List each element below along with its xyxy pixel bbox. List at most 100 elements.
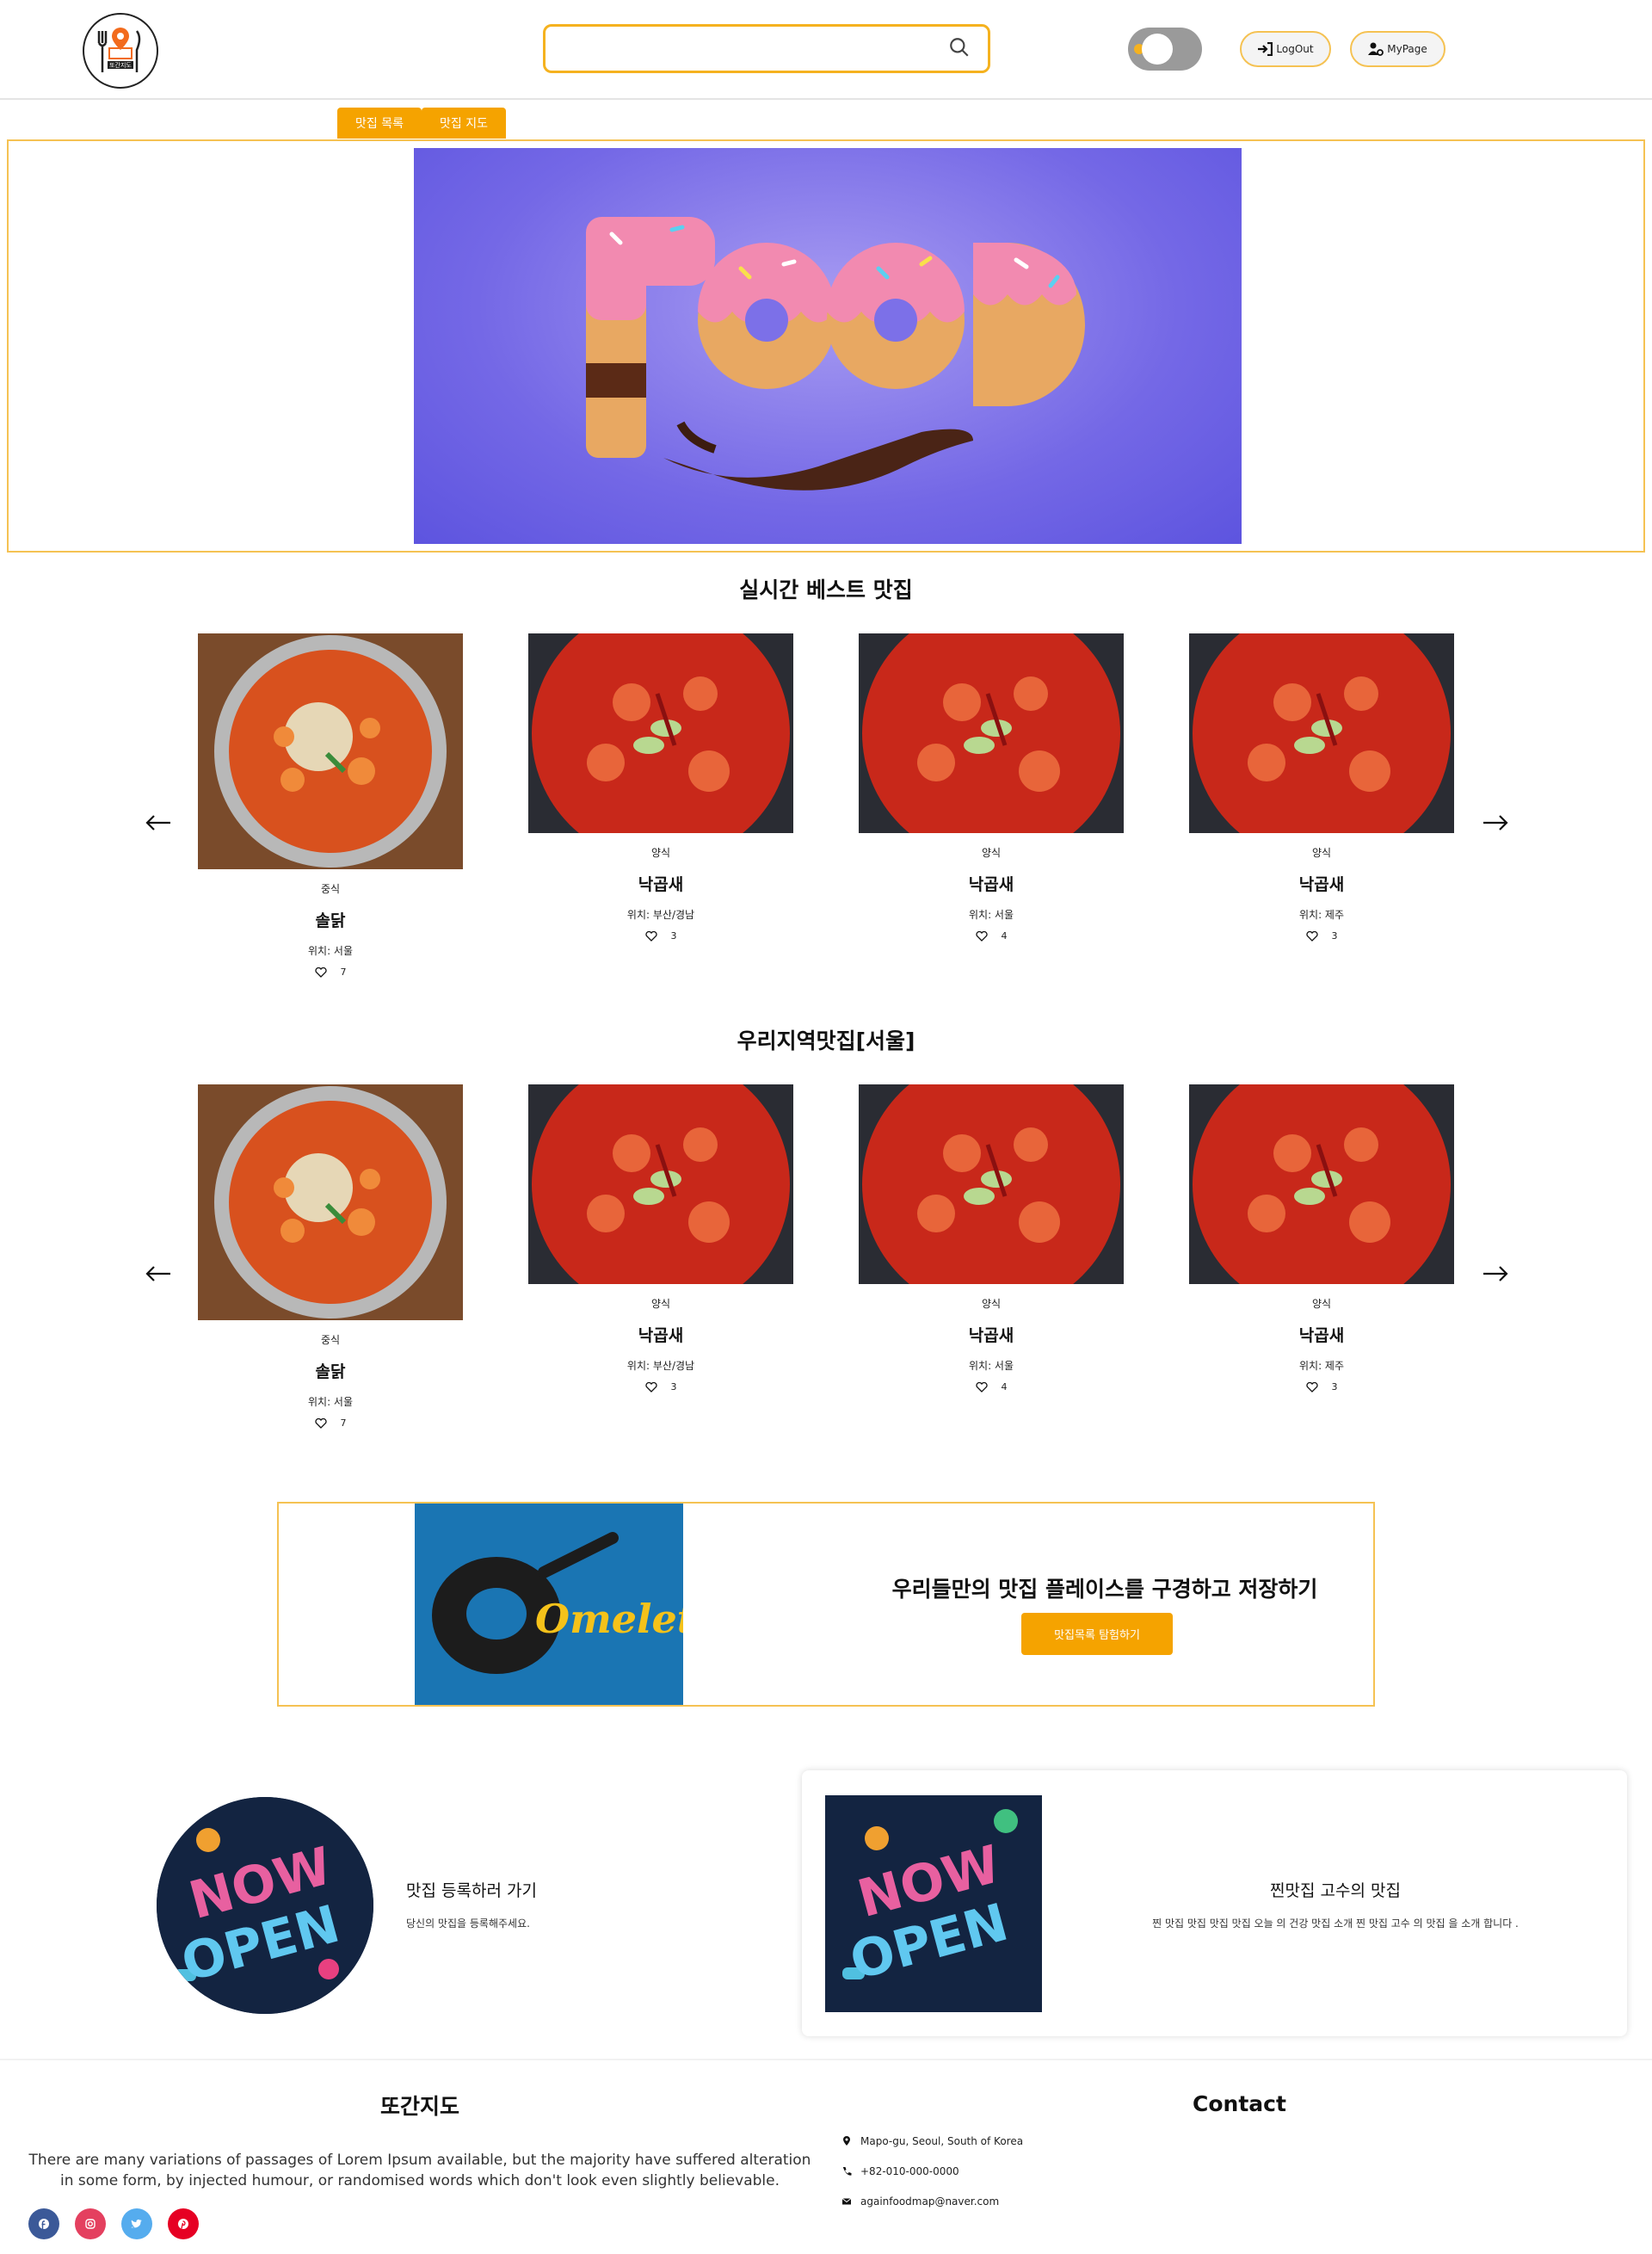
restaurant-location: 위치: 부산/경남 xyxy=(626,1360,695,1372)
best-section-title: 실시간 베스트 맛집 xyxy=(739,577,913,602)
facebook-icon xyxy=(39,2219,49,2229)
heart-icon[interactable] xyxy=(1305,930,1318,942)
restaurant-category: 중식 xyxy=(320,883,341,895)
explore-promo: Omelette 우리들만의 맛집 플레이스를 구경하고 저장하기 맛집목록 탐… xyxy=(277,1502,1375,1707)
heart-icon[interactable] xyxy=(1305,1381,1318,1393)
restaurant-card[interactable]: 양식 낙곱새 위치: 서울 4 xyxy=(859,633,1124,942)
restaurant-card[interactable]: 양식 낙곱새 위치: 제주 3 xyxy=(1189,633,1454,942)
logout-button[interactable]: LogOut xyxy=(1240,31,1331,67)
tab-restaurant-map[interactable]: 맛집 지도 xyxy=(422,108,506,139)
restaurant-name: 솔닭 xyxy=(315,911,346,930)
feature-title[interactable]: 맛집 등록하러 가기 xyxy=(406,1878,537,1901)
like-row: 7 xyxy=(198,966,463,978)
phone-text: +82-010-000-0000 xyxy=(860,2165,959,2177)
restaurant-card[interactable]: 중식 솔닭 위치: 서울 7 xyxy=(198,1084,463,1429)
pinterest-icon xyxy=(178,2219,188,2229)
heart-icon[interactable] xyxy=(975,930,988,942)
like-count: 4 xyxy=(1001,1381,1008,1393)
address-text: Mapo-gu, Seoul, South of Korea xyxy=(860,2135,1024,2147)
now-open-image: NOW OPEN xyxy=(825,1795,1042,2012)
restaurant-card[interactable]: 양식 낙곱새 위치: 부산/경남 3 xyxy=(528,633,793,942)
feature-card[interactable]: NOW OPEN 찐맛집 고수의 맛집 찐 맛집 맛집 맛집 맛집 오늘 의 건… xyxy=(802,1770,1627,2036)
restaurant-card[interactable]: 양식 낙곱새 위치: 부산/경남 3 xyxy=(528,1084,793,1393)
instagram-icon xyxy=(85,2219,96,2229)
carousel-prev-arrow-icon[interactable] xyxy=(145,814,172,831)
heart-icon[interactable] xyxy=(644,930,657,942)
restaurant-card[interactable]: 양식 낙곱새 위치: 제주 3 xyxy=(1189,1084,1454,1393)
restaurant-category: 양식 xyxy=(650,1298,671,1310)
restaurant-image xyxy=(859,1084,1124,1284)
like-count: 7 xyxy=(340,1417,347,1429)
envelope-icon xyxy=(841,2198,852,2205)
page: 또간지도 LogOut MyPage 맛집 목록 맛집 지도 실시간 베스트 맛… xyxy=(0,0,1652,2254)
logo-icon: 또간지도 xyxy=(97,28,141,72)
restaurant-name: 낙곱새 xyxy=(1298,875,1345,894)
restaurant-location: 위치: 부산/경남 xyxy=(626,909,695,921)
restaurant-category: 양식 xyxy=(1311,1298,1332,1310)
location-pin-icon xyxy=(843,2136,850,2146)
restaurant-location: 위치: 서울 xyxy=(307,1396,354,1408)
explore-list-button[interactable]: 맛집목록 탐험하기 xyxy=(1021,1613,1173,1655)
contact-address: Mapo-gu, Seoul, South of Korea xyxy=(841,2135,1023,2147)
like-row: 7 xyxy=(198,1417,463,1429)
logout-icon xyxy=(1258,42,1273,56)
tab-restaurant-list[interactable]: 맛집 목록 xyxy=(337,108,422,139)
logout-label: LogOut xyxy=(1276,43,1314,55)
restaurant-name: 낙곱새 xyxy=(638,875,684,894)
twitter-icon xyxy=(131,2219,142,2228)
promo-title: 우리들만의 맛집 플레이스를 구경하고 저장하기 xyxy=(891,1577,1318,1602)
like-count: 4 xyxy=(1001,930,1008,942)
heart-icon[interactable] xyxy=(314,1417,327,1429)
contact-title: Contact xyxy=(1193,2091,1286,2116)
search-input[interactable] xyxy=(554,34,933,63)
restaurant-name: 낙곱새 xyxy=(968,875,1014,894)
twitter-link[interactable] xyxy=(121,2208,152,2239)
restaurant-image xyxy=(528,1084,793,1284)
restaurant-name: 낙곱새 xyxy=(638,1326,684,1345)
restaurant-location: 위치: 서울 xyxy=(307,945,354,957)
restaurant-image xyxy=(198,633,463,869)
like-row: 3 xyxy=(528,930,793,942)
carousel-prev-arrow-icon[interactable] xyxy=(145,1265,172,1282)
pinterest-link[interactable] xyxy=(168,2208,199,2239)
heart-icon[interactable] xyxy=(975,1381,988,1393)
search-bar xyxy=(543,24,990,73)
carousel-next-arrow-icon[interactable] xyxy=(1482,1265,1509,1282)
carousel-next-arrow-icon[interactable] xyxy=(1482,814,1509,831)
logo[interactable]: 또간지도 xyxy=(83,13,158,89)
phone-icon xyxy=(843,2167,852,2176)
like-row: 4 xyxy=(859,1381,1124,1393)
feature-description: 찐 맛집 맛집 맛집 맛집 오늘 의 건강 맛집 소개 찐 맛집 고수 의 맛집… xyxy=(1152,1917,1519,1930)
restaurant-name: 솔닭 xyxy=(315,1362,346,1381)
facebook-link[interactable] xyxy=(28,2208,59,2239)
restaurant-category: 양식 xyxy=(981,847,1002,859)
now-open-image[interactable]: NOW OPEN xyxy=(157,1797,373,2014)
like-count: 3 xyxy=(670,1381,677,1393)
theme-toggle[interactable] xyxy=(1128,28,1202,71)
mypage-button[interactable]: MyPage xyxy=(1350,31,1446,67)
like-row: 3 xyxy=(1189,930,1454,942)
local-section-title: 우리지역맛집[서울] xyxy=(737,1028,915,1053)
restaurant-name: 낙곱새 xyxy=(968,1326,1014,1345)
restaurant-location: 위치: 서울 xyxy=(968,1360,1014,1372)
like-count: 3 xyxy=(1331,1381,1338,1393)
omelette-image: Omelette xyxy=(415,1504,683,1705)
contact-phone: +82-010-000-0000 xyxy=(841,2165,959,2177)
restaurant-location: 위치: 서울 xyxy=(968,909,1014,921)
like-row: 3 xyxy=(1189,1381,1454,1393)
like-count: 3 xyxy=(670,930,677,942)
contact-email: againfoodmap@naver.com xyxy=(841,2195,999,2208)
instagram-link[interactable] xyxy=(75,2208,106,2239)
search-icon[interactable] xyxy=(948,36,971,59)
restaurant-image xyxy=(1189,1084,1454,1284)
restaurant-card[interactable]: 중식 솔닭 위치: 서울 7 xyxy=(198,633,463,978)
svg-text:또간지도: 또간지도 xyxy=(109,61,132,69)
heart-icon[interactable] xyxy=(314,966,327,978)
heart-icon[interactable] xyxy=(644,1381,657,1393)
restaurant-name: 낙곱새 xyxy=(1298,1326,1345,1345)
feature-title: 찐맛집 고수의 맛집 xyxy=(1270,1881,1401,1900)
user-gear-icon xyxy=(1368,42,1384,56)
restaurant-category: 중식 xyxy=(320,1334,341,1346)
restaurant-card[interactable]: 양식 낙곱새 위치: 서울 4 xyxy=(859,1084,1124,1393)
food-banner-image xyxy=(414,148,1242,544)
